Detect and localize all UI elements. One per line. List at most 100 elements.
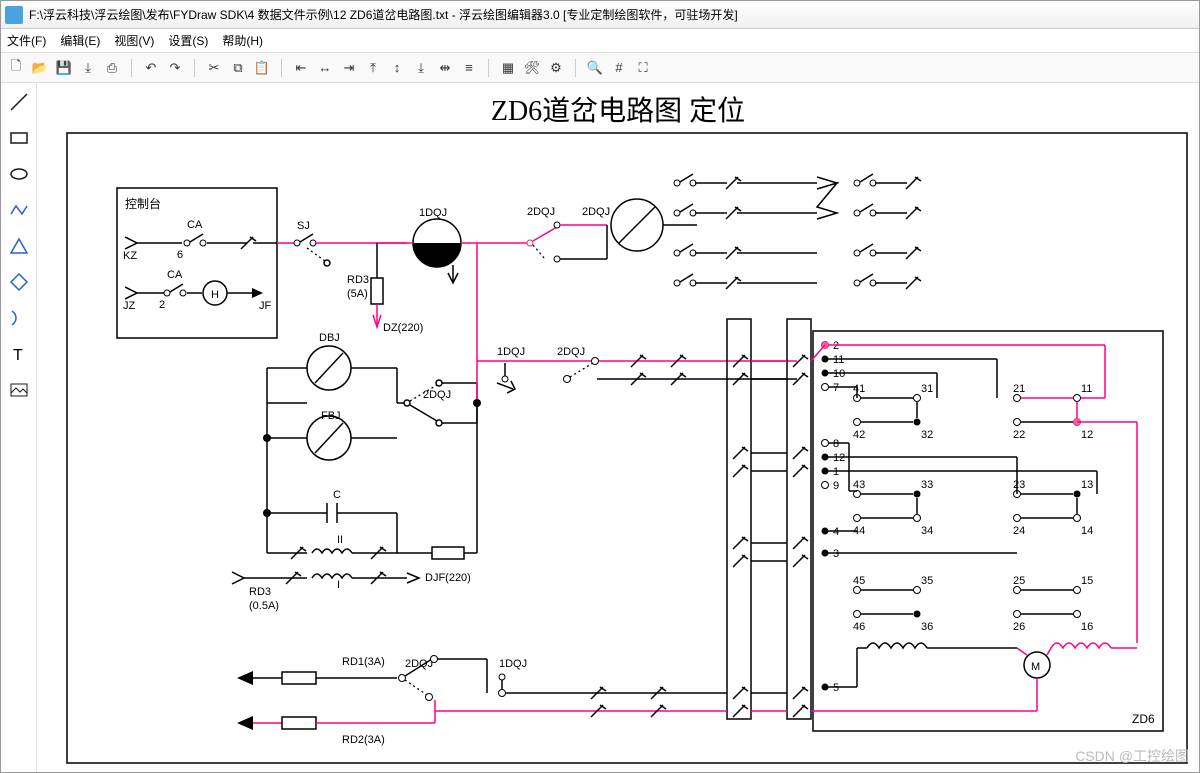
svg-text:KZ: KZ: [123, 250, 137, 262]
diagram-canvas[interactable]: ZD6道岔电路图 定位 .blk{stroke:#000;fill:none;s…: [37, 83, 1199, 772]
ruler-icon[interactable]: #: [610, 59, 628, 77]
svg-text:13: 13: [1081, 479, 1093, 491]
paste-icon[interactable]: 📋: [253, 59, 271, 77]
app-icon: [5, 6, 23, 24]
undo-icon[interactable]: ↶: [142, 59, 160, 77]
svg-text:FBJ: FBJ: [321, 410, 341, 422]
svg-text:I: I: [337, 579, 340, 591]
rect-tool-icon[interactable]: [8, 127, 30, 149]
image-tool-icon[interactable]: [8, 379, 30, 401]
save-icon[interactable]: 💾: [55, 59, 73, 77]
separator: [281, 59, 282, 77]
svg-text:46: 46: [853, 621, 865, 633]
svg-text:DJF(220): DJF(220): [425, 572, 471, 584]
circuit-diagram: .blk{stroke:#000;fill:none;stroke-width:…: [37, 83, 1197, 772]
separator: [575, 59, 576, 77]
new-icon[interactable]: 🗋: [7, 59, 25, 77]
svg-text:32: 32: [921, 429, 933, 441]
svg-text:RD1(3A): RD1(3A): [342, 656, 385, 668]
svg-text:26: 26: [1013, 621, 1025, 633]
shape-palette: T: [1, 83, 37, 772]
separator: [194, 59, 195, 77]
menu-edit[interactable]: 编辑(E): [60, 32, 100, 49]
distribute-h-icon[interactable]: ⇹: [436, 59, 454, 77]
diamond-tool-icon[interactable]: [8, 271, 30, 293]
svg-text:7: 7: [833, 382, 839, 394]
menu-settings[interactable]: 设置(S): [168, 32, 208, 49]
line-tool-icon[interactable]: [8, 91, 30, 113]
window-title: F:\浮云科技\浮云绘图\发布\FYDraw SDK\4 数据文件示例\12 Z…: [29, 6, 738, 23]
svg-text:2DQJ: 2DQJ: [557, 346, 585, 358]
gear-icon[interactable]: ⚙: [547, 59, 565, 77]
cut-icon[interactable]: ✂: [205, 59, 223, 77]
svg-text:34: 34: [921, 525, 933, 537]
svg-text:41: 41: [853, 383, 865, 395]
svg-text:11: 11: [1081, 383, 1092, 395]
distribute-v-icon[interactable]: ≡: [460, 59, 478, 77]
svg-text:DBJ: DBJ: [319, 332, 340, 344]
svg-text:22: 22: [1013, 429, 1025, 441]
svg-text:II: II: [337, 534, 343, 546]
svg-text:CA: CA: [167, 269, 183, 281]
svg-text:CA: CA: [187, 219, 203, 231]
svg-text:RD3: RD3: [347, 274, 369, 286]
svg-text:35: 35: [921, 575, 933, 587]
svg-text:4: 4: [833, 526, 839, 538]
fullscreen-icon[interactable]: ⛶: [634, 59, 652, 77]
grid-icon[interactable]: ▦: [499, 59, 517, 77]
label-control-panel: 控制台: [125, 196, 161, 211]
menu-file[interactable]: 文件(F): [7, 32, 46, 49]
align-top-icon[interactable]: ⤒: [364, 59, 382, 77]
tools-icon[interactable]: 🛠: [523, 59, 541, 77]
export-icon[interactable]: ⤓: [79, 59, 97, 77]
svg-text:2DQJ: 2DQJ: [405, 658, 433, 670]
zoom-icon[interactable]: 🔍: [586, 59, 604, 77]
svg-text:T: T: [13, 347, 23, 364]
redo-icon[interactable]: ↷: [166, 59, 184, 77]
menu-help[interactable]: 帮助(H): [222, 32, 263, 49]
open-icon[interactable]: 📂: [31, 59, 49, 77]
svg-text:25: 25: [1013, 575, 1025, 587]
triangle-tool-icon[interactable]: [8, 235, 30, 257]
svg-text:23: 23: [1013, 479, 1025, 491]
svg-text:1DQJ: 1DQJ: [499, 658, 527, 670]
svg-text:M: M: [1031, 661, 1040, 673]
svg-text:RD2(3A): RD2(3A): [342, 734, 385, 746]
svg-text:2: 2: [833, 340, 839, 352]
ellipse-tool-icon[interactable]: [8, 163, 30, 185]
svg-text:(0.5A): (0.5A): [249, 600, 279, 612]
svg-text:1DQJ: 1DQJ: [419, 207, 447, 219]
align-center-icon[interactable]: ↔: [316, 59, 334, 77]
polyline-tool-icon[interactable]: [8, 199, 30, 221]
align-bottom-icon[interactable]: ⤓: [412, 59, 430, 77]
svg-text:(5A): (5A): [347, 288, 368, 300]
svg-text:31: 31: [921, 383, 933, 395]
svg-text:8: 8: [833, 438, 839, 450]
svg-text:1DQJ: 1DQJ: [497, 346, 525, 358]
align-right-icon[interactable]: ⇥: [340, 59, 358, 77]
text-tool-icon[interactable]: T: [8, 343, 30, 365]
copy-icon[interactable]: ⧉: [229, 59, 247, 77]
svg-text:43: 43: [853, 479, 865, 491]
align-middle-icon[interactable]: ↕: [388, 59, 406, 77]
svg-text:15: 15: [1081, 575, 1093, 587]
svg-text:14: 14: [1081, 525, 1093, 537]
svg-text:2: 2: [159, 299, 165, 311]
app-window: F:\浮云科技\浮云绘图\发布\FYDraw SDK\4 数据文件示例\12 Z…: [0, 0, 1200, 773]
svg-text:1: 1: [833, 466, 839, 478]
print-icon[interactable]: ⎙: [103, 59, 121, 77]
svg-text:36: 36: [921, 621, 933, 633]
watermark: CSDN @工控绘图: [1075, 746, 1189, 766]
main-area: T ZD6道岔电路图 定位 .blk{stroke:#000;fill:none…: [1, 83, 1199, 772]
svg-text:9: 9: [833, 480, 839, 492]
svg-text:2DQJ: 2DQJ: [527, 206, 555, 218]
menu-view[interactable]: 视图(V): [114, 32, 154, 49]
svg-text:2DQJ: 2DQJ: [582, 206, 610, 218]
align-left-icon[interactable]: ⇤: [292, 59, 310, 77]
svg-text:H: H: [211, 289, 219, 301]
arc-tool-icon[interactable]: [8, 307, 30, 329]
svg-text:JF: JF: [259, 300, 272, 312]
svg-text:45: 45: [853, 575, 865, 587]
svg-text:SJ: SJ: [297, 220, 310, 232]
title-bar: F:\浮云科技\浮云绘图\发布\FYDraw SDK\4 数据文件示例\12 Z…: [1, 1, 1199, 29]
